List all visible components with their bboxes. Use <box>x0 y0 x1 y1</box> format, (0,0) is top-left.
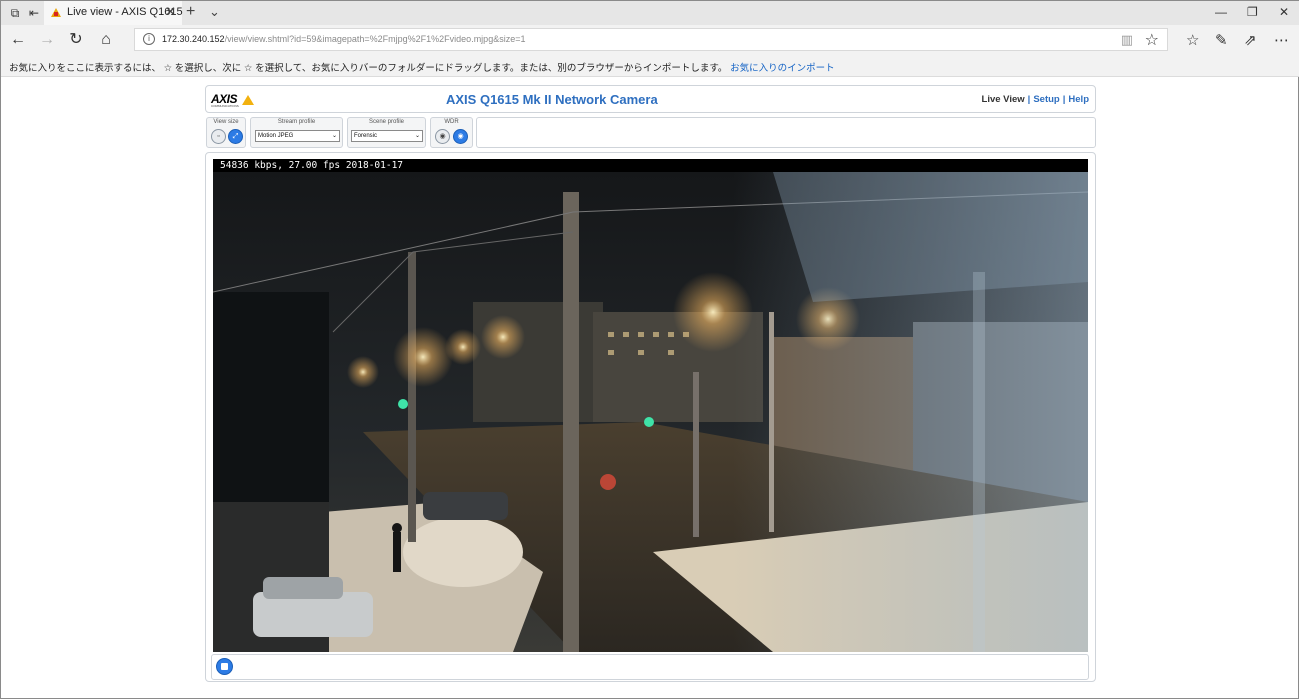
camera-nav: Live View | Setup | Help <box>982 94 1089 105</box>
nav-help-link[interactable]: Help <box>1068 94 1089 105</box>
browser-window: ⧉ ⇤ Live view - AXIS Q1615 ✕ + ⌄ — ❐ ✕ ←… <box>0 0 1299 699</box>
more-menu-icon[interactable]: ⋯ <box>1274 31 1289 49</box>
nav-live-view[interactable]: Live View <box>982 94 1025 105</box>
scene-profile-select[interactable]: Forensic ⌄ <box>351 130 423 142</box>
home-icon[interactable]: ⌂ <box>96 30 116 50</box>
axis-triangle-icon <box>242 95 254 105</box>
wdr-group: WDR ◉ ◉ <box>430 117 473 148</box>
stream-profile-group: Stream profile Motion JPEG ⌄ <box>250 117 343 148</box>
share-icon[interactable]: ⇗ <box>1244 31 1257 49</box>
forward-icon[interactable]: → <box>37 30 57 50</box>
address-bar[interactable]: i 172.30.240.152/view/view.shtml?id=59&i… <box>134 28 1168 51</box>
view-size-label: View size <box>213 119 239 125</box>
nav-separator: | <box>1027 94 1031 105</box>
refresh-icon[interactable]: ↻ <box>66 30 86 50</box>
view-size-small-icon[interactable]: ▫ <box>211 129 226 144</box>
stream-profile-label: Stream profile <box>277 119 316 125</box>
wdr-label: WDR <box>444 119 459 125</box>
favorites-hub-icon[interactable]: ☆ <box>1186 31 1199 49</box>
reading-view-icon[interactable]: ▥ <box>1121 32 1133 48</box>
scene-profile-value: Forensic <box>354 133 378 139</box>
url-host: 172.30.240.152 <box>162 34 225 44</box>
close-window-icon[interactable]: ✕ <box>1279 5 1289 19</box>
import-favorites-link[interactable]: お気に入りのインポート <box>730 63 835 74</box>
tab-live-view[interactable]: Live view - AXIS Q1615 ✕ <box>44 1 183 25</box>
scene-profile-label: Scene profile <box>368 119 405 125</box>
scene-profile-group: Scene profile Forensic ⌄ <box>347 117 426 148</box>
camera-image <box>213 172 1088 652</box>
set-tabs-aside-icon[interactable]: ⇤ <box>26 5 42 21</box>
view-size-full-icon[interactable]: ⤢ <box>228 129 243 144</box>
tab-actions-icon[interactable]: ⧉ <box>7 5 23 21</box>
chevron-down-icon: ⌄ <box>414 133 420 139</box>
favorites-bar-hint: お気に入りをここに表示するには、 ☆ を選択し、次に ☆ を選択して、お気に入り… <box>9 60 835 74</box>
axis-favicon-icon <box>51 8 61 17</box>
new-tab-icon[interactable]: + <box>186 3 195 21</box>
favorites-hint-text: お気に入りをここに表示するには、 ☆ を選択し、次に ☆ を選択して、お気に入り… <box>9 63 728 74</box>
page-title: AXIS Q1615 Mk II Network Camera <box>446 92 658 107</box>
video-overlay-text: 54836 kbps, 27.00 fps 2018-01-17 <box>220 160 404 171</box>
axis-logo: AXIS COMMUNICATIONS <box>211 92 257 108</box>
toolbar-spacer <box>476 117 1096 148</box>
nav-setup-link[interactable]: Setup <box>1033 94 1059 105</box>
tab-close-icon[interactable]: ✕ <box>165 4 176 20</box>
axis-logo-subtext: COMMUNICATIONS <box>211 104 239 108</box>
wdr-off-eye-icon[interactable]: ◉ <box>435 129 450 144</box>
chevron-down-icon: ⌄ <box>331 133 337 139</box>
live-video[interactable]: 54836 kbps, 27.00 fps 2018-01-17 <box>213 159 1088 652</box>
favorite-star-icon[interactable]: ☆ <box>1145 30 1159 50</box>
url-text[interactable]: 172.30.240.152/view/view.shtml?id=59&ima… <box>162 34 525 44</box>
view-size-group: View size ▫ ⤢ <box>206 117 246 148</box>
back-icon[interactable]: ← <box>8 30 28 50</box>
tab-list-chevron-icon[interactable]: ⌄ <box>209 4 220 20</box>
video-controls <box>211 654 1089 680</box>
stop-stream-icon[interactable] <box>216 658 233 675</box>
pen-notes-icon[interactable]: ✎ <box>1215 31 1228 49</box>
stream-profile-select[interactable]: Motion JPEG ⌄ <box>255 130 340 142</box>
site-info-icon[interactable]: i <box>143 33 155 45</box>
stream-profile-value: Motion JPEG <box>258 133 294 139</box>
video-overlay-bar: 54836 kbps, 27.00 fps 2018-01-17 <box>213 159 1088 172</box>
nav-separator: | <box>1062 94 1066 105</box>
url-path: /view/view.shtml?id=59&imagepath=%2Fmjpg… <box>224 34 526 44</box>
wdr-on-eye-icon[interactable]: ◉ <box>453 129 468 144</box>
navigation-bar: ← → ↻ ⌂ i 172.30.240.152/view/view.shtml… <box>1 25 1299 55</box>
favorites-bar: お気に入りをここに表示するには、 ☆ を選択し、次に ☆ を選択して、お気に入り… <box>1 55 1299 77</box>
minimize-icon[interactable]: — <box>1215 5 1227 19</box>
restore-icon[interactable]: ❐ <box>1247 5 1258 19</box>
tab-bar: ⧉ ⇤ Live view - AXIS Q1615 ✕ + ⌄ — ❐ ✕ <box>1 1 1299 25</box>
camera-header: AXIS COMMUNICATIONS AXIS Q1615 Mk II Net… <box>205 85 1096 113</box>
